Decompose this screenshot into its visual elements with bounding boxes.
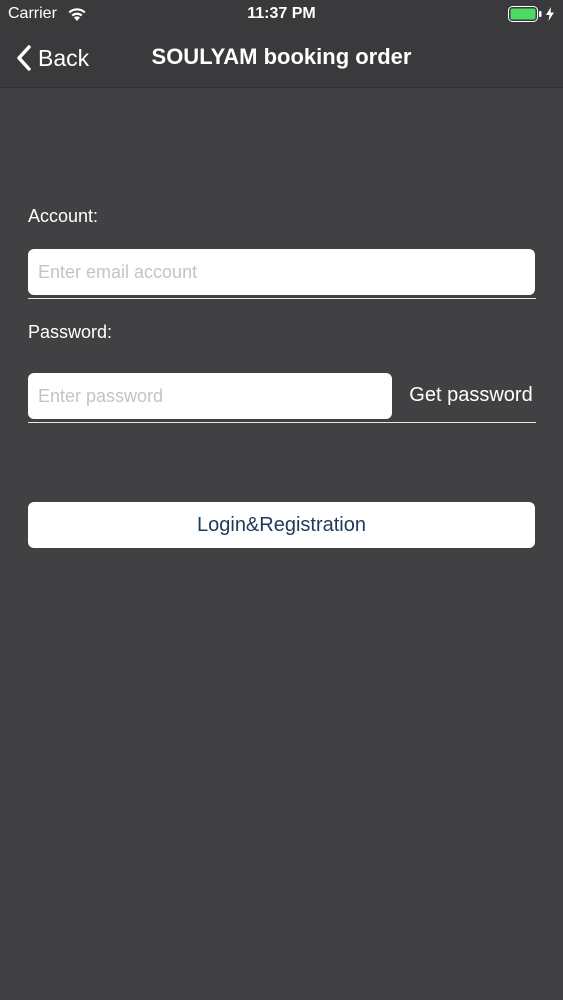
- login-registration-button[interactable]: Login&Registration: [28, 502, 535, 548]
- battery-icon: [508, 6, 542, 22]
- status-time: 11:37 PM: [247, 5, 316, 22]
- charging-bolt-icon: [546, 7, 554, 21]
- navigation-bar: Back SOULYAM booking order: [0, 30, 563, 88]
- account-label: Account:: [28, 206, 99, 226]
- password-field[interactable]: [28, 373, 392, 419]
- password-field-underline: [28, 422, 536, 423]
- status-bar: Carrier 11:37 PM: [0, 0, 563, 30]
- email-field-underline: [28, 298, 536, 299]
- get-password-button[interactable]: Get password: [400, 384, 542, 407]
- page-title: SOULYAM booking order: [151, 44, 412, 69]
- email-field[interactable]: [28, 249, 535, 295]
- password-label: Password:: [28, 322, 113, 342]
